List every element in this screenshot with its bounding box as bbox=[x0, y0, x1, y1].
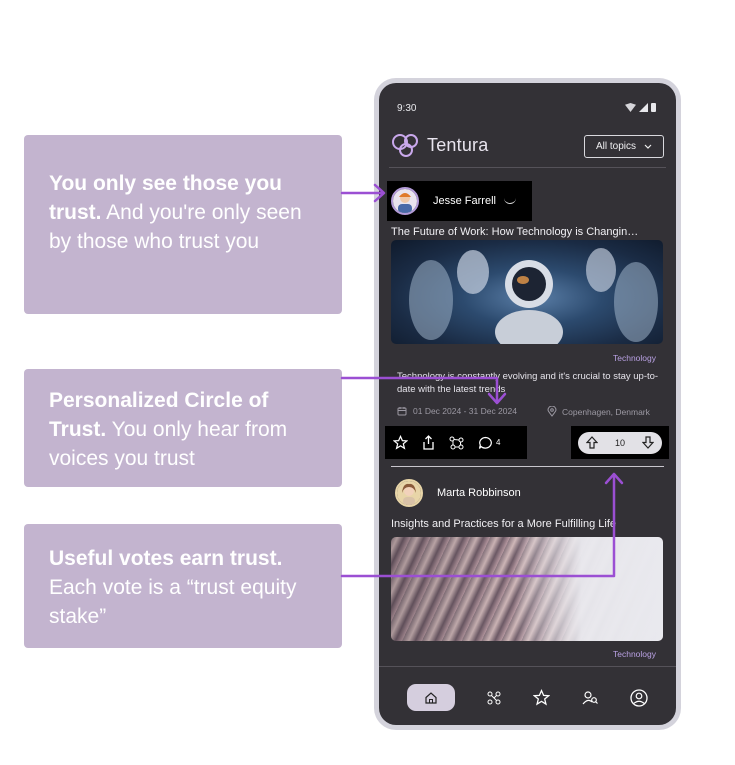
post-description: Technology is constantly evolving and it… bbox=[397, 371, 659, 395]
battery-icon bbox=[651, 103, 656, 112]
friends-icon[interactable] bbox=[582, 690, 599, 706]
avatar bbox=[391, 187, 419, 215]
date-range: 01 Dec 2024 - 31 Dec 2024 bbox=[413, 406, 517, 416]
nav-home[interactable] bbox=[406, 684, 455, 711]
wifi-icon bbox=[625, 103, 636, 112]
divider bbox=[379, 666, 676, 667]
post-tag[interactable]: Technology bbox=[613, 353, 656, 363]
app-screen: 9:30 Tentura All topics Jesse Farrell Th… bbox=[379, 83, 676, 725]
location-pin-icon bbox=[547, 406, 557, 417]
comment-count: 4 bbox=[496, 438, 501, 447]
callout-title: Useful votes earn trust. bbox=[49, 547, 283, 570]
chevron-down-icon bbox=[644, 144, 652, 149]
status-time: 9:30 bbox=[397, 103, 417, 114]
callout-text: Each vote is a “trust equity stake” bbox=[49, 576, 297, 628]
post-author[interactable]: Marta Robbinson bbox=[395, 479, 521, 507]
post-tag[interactable]: Technology bbox=[613, 649, 656, 659]
post-title[interactable]: Insights and Practices for a More Fulfil… bbox=[391, 518, 661, 530]
comments-button[interactable]: 4 bbox=[478, 436, 500, 450]
upvote-icon[interactable] bbox=[586, 436, 598, 449]
graph-icon[interactable] bbox=[486, 690, 502, 706]
post-image bbox=[391, 240, 663, 344]
author-name: Jesse Farrell bbox=[433, 195, 496, 207]
vote-count: 10 bbox=[614, 437, 625, 448]
profile-icon[interactable] bbox=[630, 688, 648, 707]
divider bbox=[389, 167, 666, 168]
callout-trust-visibility: You only see those you trust. And you're… bbox=[24, 135, 342, 314]
eye-closed-icon bbox=[503, 198, 516, 204]
signal-icon bbox=[639, 103, 648, 112]
app-name: Tentura bbox=[427, 135, 489, 155]
post-image bbox=[391, 537, 663, 641]
bottom-nav bbox=[379, 670, 676, 725]
vote-pill: 10 bbox=[578, 431, 662, 454]
calendar-icon bbox=[397, 406, 407, 416]
location-text: Copenhagen, Denmark bbox=[562, 406, 650, 417]
share-icon[interactable] bbox=[422, 435, 435, 450]
vote-control: 10 bbox=[571, 426, 669, 459]
post-author[interactable]: Jesse Farrell bbox=[387, 181, 532, 221]
author-name: Marta Robbinson bbox=[437, 487, 521, 499]
phone-frame: 9:30 Tentura All topics Jesse Farrell Th… bbox=[374, 78, 681, 730]
divider bbox=[391, 466, 664, 467]
status-icons bbox=[625, 103, 656, 112]
star-icon[interactable] bbox=[393, 435, 408, 450]
post-date: 01 Dec 2024 - 31 Dec 2024 bbox=[397, 406, 517, 416]
home-icon bbox=[424, 691, 438, 705]
callout-circle-of-trust: Personalized Circle of Trust. You only h… bbox=[24, 369, 342, 487]
post-location: Copenhagen, Denmark bbox=[547, 406, 650, 417]
callout-useful-votes: Useful votes earn trust. Each vote is a … bbox=[24, 524, 342, 648]
avatar bbox=[395, 479, 423, 507]
topic-filter-dropdown[interactable]: All topics bbox=[584, 135, 664, 158]
logo-icon bbox=[391, 132, 423, 158]
comment-icon bbox=[478, 436, 493, 450]
graph-icon[interactable] bbox=[449, 436, 464, 450]
star-icon[interactable] bbox=[533, 689, 551, 706]
downvote-icon[interactable] bbox=[641, 436, 654, 449]
app-header: Tentura All topics bbox=[391, 130, 664, 160]
post-actions: 4 bbox=[385, 426, 527, 459]
topic-filter-label: All topics bbox=[595, 141, 636, 152]
post-title[interactable]: The Future of Work: How Technology is Ch… bbox=[391, 226, 661, 238]
